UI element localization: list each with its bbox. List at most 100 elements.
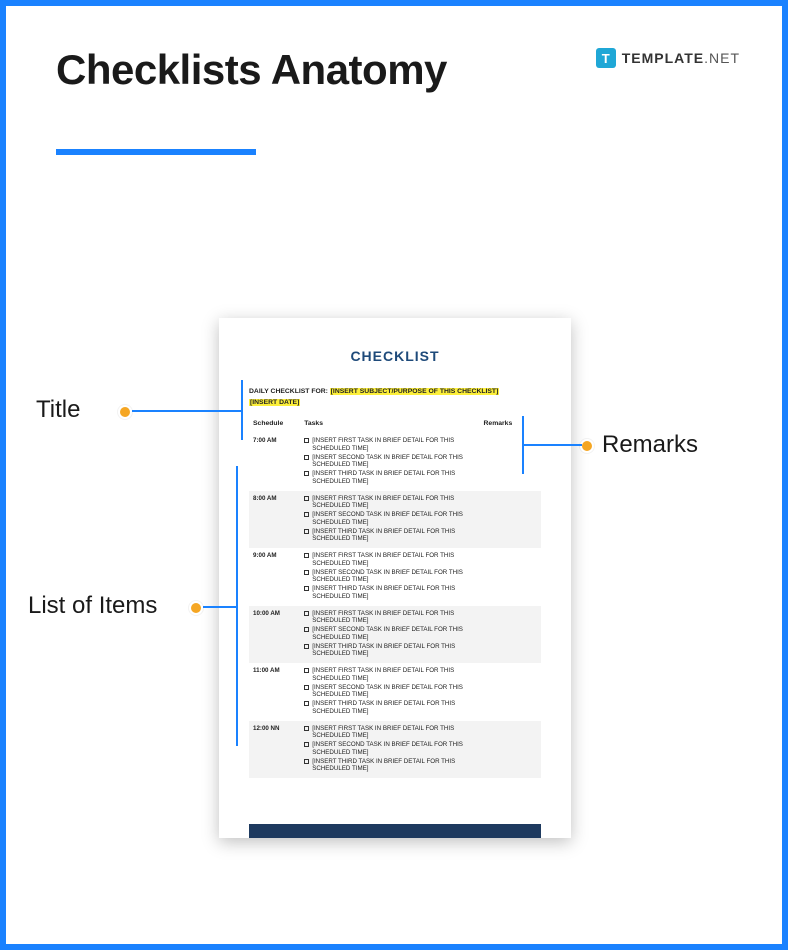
task-text: [INSERT THIRD TASK IN BRIEF DETAIL FOR T… <box>312 700 475 716</box>
checkbox-icon <box>304 742 309 747</box>
callout-bracket <box>522 416 524 474</box>
tasks-cell: [INSERT FIRST TASK IN BRIEF DETAIL FOR T… <box>300 548 479 606</box>
callout-dot-icon <box>189 601 203 615</box>
col-remarks: Remarks <box>480 416 541 433</box>
brand-name-light: .NET <box>704 50 740 66</box>
task-text: [INSERT THIRD TASK IN BRIEF DETAIL FOR T… <box>312 528 475 544</box>
task-line: [INSERT THIRD TASK IN BRIEF DETAIL FOR T… <box>304 585 475 601</box>
task-text: [INSERT SECOND TASK IN BRIEF DETAIL FOR … <box>312 684 475 700</box>
task-text: [INSERT SECOND TASK IN BRIEF DETAIL FOR … <box>312 454 475 470</box>
title-underline <box>56 149 256 155</box>
page-header: Checklists Anatomy <box>6 6 782 165</box>
task-line: [INSERT FIRST TASK IN BRIEF DETAIL FOR T… <box>304 437 475 453</box>
table-row: 12:00 NN [INSERT FIRST TASK IN BRIEF DETA… <box>249 721 541 779</box>
document-footer-bar <box>249 824 541 838</box>
task-line: [INSERT SECOND TASK IN BRIEF DETAIL FOR … <box>304 569 475 585</box>
checkbox-icon <box>304 496 309 501</box>
task-line: [INSERT THIRD TASK IN BRIEF DETAIL FOR T… <box>304 528 475 544</box>
callout-dot-icon <box>118 405 132 419</box>
task-line: [INSERT FIRST TASK IN BRIEF DETAIL FOR T… <box>304 610 475 626</box>
callout-remarks-label: Remarks <box>602 431 698 459</box>
template-icon: T <box>596 48 616 68</box>
callout-bracket <box>241 380 243 440</box>
schedule-cell: 10:00 AM <box>249 606 300 664</box>
table-row: 7:00 AM [INSERT FIRST TASK IN BRIEF DETAI… <box>249 433 541 491</box>
task-text: [INSERT FIRST TASK IN BRIEF DETAIL FOR T… <box>312 437 475 453</box>
checkbox-icon <box>304 471 309 476</box>
checkbox-icon <box>304 455 309 460</box>
date-placeholder: [INSERT DATE] <box>249 399 300 406</box>
brand-logo: T TEMPLATE.NET <box>596 48 740 68</box>
checkbox-icon <box>304 611 309 616</box>
callout-connector <box>203 606 236 608</box>
tasks-cell: [INSERT FIRST TASK IN BRIEF DETAIL FOR T… <box>300 606 479 664</box>
remarks-cell <box>480 548 541 606</box>
remarks-cell <box>480 606 541 664</box>
col-tasks: Tasks <box>300 416 479 433</box>
task-text: [INSERT SECOND TASK IN BRIEF DETAIL FOR … <box>312 626 475 642</box>
col-schedule: Schedule <box>249 416 300 433</box>
callout-bracket <box>236 466 238 746</box>
checkbox-icon <box>304 512 309 517</box>
task-line: [INSERT THIRD TASK IN BRIEF DETAIL FOR T… <box>304 643 475 659</box>
task-line: [INSERT THIRD TASK IN BRIEF DETAIL FOR T… <box>304 700 475 716</box>
task-text: [INSERT SECOND TASK IN BRIEF DETAIL FOR … <box>312 511 475 527</box>
subtitle-label: DAILY CHECKLIST FOR: <box>249 388 328 395</box>
task-text: [INSERT THIRD TASK IN BRIEF DETAIL FOR T… <box>312 470 475 486</box>
task-text: [INSERT FIRST TASK IN BRIEF DETAIL FOR T… <box>312 725 475 741</box>
checkbox-icon <box>304 668 309 673</box>
callout-title-label: Title <box>36 396 80 424</box>
brand-name: TEMPLATE.NET <box>622 50 740 66</box>
table-row: 11:00 AM[INSERT FIRST TASK IN BRIEF DETA… <box>249 663 541 721</box>
checkbox-icon <box>304 438 309 443</box>
table-row: 9:00 AM [INSERT FIRST TASK IN BRIEF DETAI… <box>249 548 541 606</box>
task-line: [INSERT FIRST TASK IN BRIEF DETAIL FOR T… <box>304 495 475 511</box>
tasks-cell: [INSERT FIRST TASK IN BRIEF DETAIL FOR T… <box>300 721 479 779</box>
task-line: [INSERT FIRST TASK IN BRIEF DETAIL FOR T… <box>304 725 475 741</box>
task-line: [INSERT SECOND TASK IN BRIEF DETAIL FOR … <box>304 741 475 757</box>
task-line: [INSERT SECOND TASK IN BRIEF DETAIL FOR … <box>304 626 475 642</box>
schedule-cell: 8:00 AM <box>249 491 300 549</box>
task-text: [INSERT SECOND TASK IN BRIEF DETAIL FOR … <box>312 569 475 585</box>
task-line: [INSERT SECOND TASK IN BRIEF DETAIL FOR … <box>304 684 475 700</box>
task-line: [INSERT FIRST TASK IN BRIEF DETAIL FOR T… <box>304 667 475 683</box>
checkbox-icon <box>304 627 309 632</box>
document-subtitle: DAILY CHECKLIST FOR: [INSERT SUBJECT/PUR… <box>249 388 541 395</box>
checkbox-icon <box>304 685 309 690</box>
schedule-cell: 12:00 NN <box>249 721 300 779</box>
checkbox-icon <box>304 529 309 534</box>
checkbox-icon <box>304 759 309 764</box>
remarks-cell <box>480 721 541 779</box>
tasks-cell: [INSERT FIRST TASK IN BRIEF DETAIL FOR T… <box>300 663 479 721</box>
checklist-table: Schedule Tasks Remarks 7:00 AM [INSERT FI… <box>249 416 541 778</box>
table-row: 10:00 AM [INSERT FIRST TASK IN BRIEF DETA… <box>249 606 541 664</box>
task-text: [INSERT THIRD TASK IN BRIEF DETAIL FOR T… <box>312 643 475 659</box>
subtitle-placeholder: [INSERT SUBJECT/PURPOSE OF THIS CHECKLIS… <box>330 388 500 395</box>
task-line: [INSERT SECOND TASK IN BRIEF DETAIL FOR … <box>304 454 475 470</box>
remarks-cell <box>480 433 541 491</box>
tasks-cell: [INSERT FIRST TASK IN BRIEF DETAIL FOR T… <box>300 491 479 549</box>
document-heading: CHECKLIST <box>249 348 541 364</box>
date-row: [INSERT DATE] <box>249 399 541 406</box>
callout-dot-icon <box>580 439 594 453</box>
task-line: [INSERT FIRST TASK IN BRIEF DETAIL FOR T… <box>304 552 475 568</box>
tasks-cell: [INSERT FIRST TASK IN BRIEF DETAIL FOR T… <box>300 433 479 491</box>
task-text: [INSERT FIRST TASK IN BRIEF DETAIL FOR T… <box>312 552 475 568</box>
remarks-cell <box>480 491 541 549</box>
callout-connector <box>132 410 241 412</box>
schedule-cell: 7:00 AM <box>249 433 300 491</box>
callout-list-label: List of Items <box>28 592 157 620</box>
task-line: [INSERT THIRD TASK IN BRIEF DETAIL FOR T… <box>304 758 475 774</box>
checkbox-icon <box>304 586 309 591</box>
task-text: [INSERT FIRST TASK IN BRIEF DETAIL FOR T… <box>312 495 475 511</box>
checkbox-icon <box>304 726 309 731</box>
task-text: [INSERT THIRD TASK IN BRIEF DETAIL FOR T… <box>312 758 475 774</box>
remarks-cell <box>480 663 541 721</box>
diagram-frame: T TEMPLATE.NET Checklists Anatomy CHECKL… <box>0 0 788 950</box>
task-text: [INSERT SECOND TASK IN BRIEF DETAIL FOR … <box>312 741 475 757</box>
schedule-cell: 9:00 AM <box>249 548 300 606</box>
checkbox-icon <box>304 701 309 706</box>
checkbox-icon <box>304 570 309 575</box>
task-text: [INSERT FIRST TASK IN BRIEF DETAIL FOR T… <box>312 610 475 626</box>
checkbox-icon <box>304 644 309 649</box>
